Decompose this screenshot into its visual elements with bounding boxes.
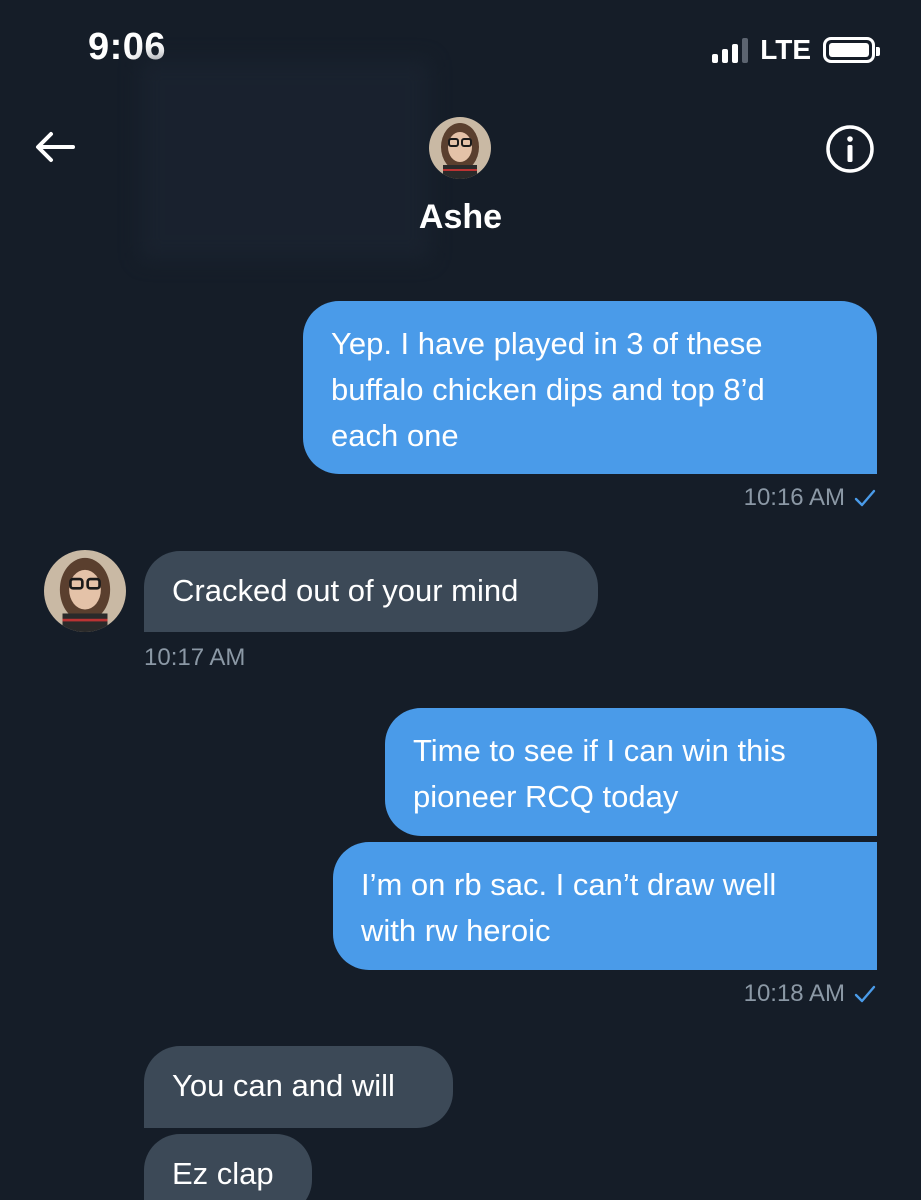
arrow-left-icon: [36, 132, 75, 162]
status-bar: 9:06 LTE: [0, 0, 921, 100]
info-button[interactable]: [825, 124, 875, 174]
message-bubble-outgoing[interactable]: Yep. I have played in 3 of these buffalo…: [303, 301, 877, 474]
read-check-icon: [854, 985, 876, 1003]
timestamp-label: 10:17 AM: [144, 644, 246, 671]
network-type-label: LTE: [760, 34, 811, 65]
battery-icon: [823, 37, 880, 63]
avatar-image: [44, 550, 126, 632]
message-timestamp: 10:16 AM: [744, 484, 877, 512]
timestamp-label: 10:16 AM: [743, 484, 845, 511]
message-timestamp: 10:18 AM: [744, 980, 877, 1008]
avatar-image: [429, 117, 491, 179]
message-bubble-incoming[interactable]: Ez clap: [144, 1134, 312, 1200]
contact-avatar[interactable]: [429, 117, 491, 179]
message-bubble-incoming[interactable]: Cracked out of your mind: [144, 551, 598, 632]
back-button[interactable]: [30, 122, 80, 172]
status-indicators: LTE: [712, 34, 880, 66]
info-circle-icon: [826, 125, 874, 173]
message-timestamp: 10:17 AM: [144, 644, 245, 672]
message-bubble-outgoing[interactable]: Time to see if I can win this pioneer RC…: [385, 708, 877, 836]
contact-name[interactable]: Ashe: [0, 198, 921, 237]
contact-avatar-small[interactable]: [44, 550, 126, 632]
message-bubble-incoming[interactable]: You can and will: [144, 1046, 453, 1128]
read-check-icon: [854, 489, 876, 507]
cellular-signal-icon: [712, 37, 749, 63]
message-bubble-outgoing[interactable]: I’m on rb sac. I can’t draw well with rw…: [333, 842, 877, 970]
timestamp-label: 10:18 AM: [743, 980, 845, 1007]
